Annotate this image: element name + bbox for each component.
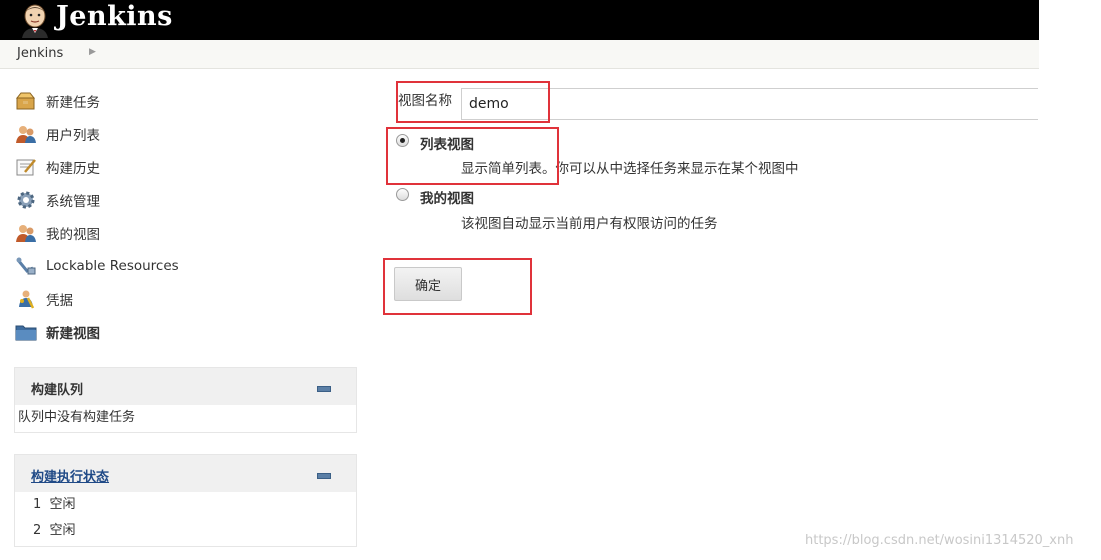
sidebar-item-build-history[interactable]: 构建历史 (14, 150, 354, 183)
view-name-input[interactable] (461, 88, 1038, 120)
executor-status-header: 构建执行状态 (15, 455, 356, 492)
executor-number: 1 (33, 497, 42, 512)
option-list-view-desc: 显示简单列表。你可以从中选择任务来显示在某个视图中 (461, 161, 799, 177)
lockable-resources-icon (14, 254, 38, 278)
executor-row: 1 空闲 (15, 492, 356, 518)
sidebar-item-credentials[interactable]: 凭据 (14, 282, 354, 315)
executor-status-title[interactable]: 构建执行状态 (31, 466, 109, 485)
sidebar-item-users[interactable]: 用户列表 (14, 117, 354, 150)
sidebar-item-label: 用户列表 (46, 127, 100, 144)
ok-button[interactable]: 确定 (394, 267, 462, 301)
new-item-icon (14, 89, 38, 113)
view-name-label: 视图名称 (398, 93, 452, 109)
executor-status-pane: 构建执行状态 1 空闲 2 空闲 (14, 454, 357, 547)
sidebar-item-my-views[interactable]: 我的视图 (14, 216, 354, 249)
collapse-icon[interactable] (317, 386, 331, 392)
executor-number: 2 (33, 523, 42, 538)
sidebar-item-label: Lockable Resources (46, 257, 179, 274)
sidebar-item-label: 新建任务 (46, 94, 100, 111)
users-icon (14, 122, 38, 146)
option-list-view-label[interactable]: 列表视图 (420, 133, 474, 153)
sidebar-item-label: 构建历史 (46, 160, 100, 177)
sidebar-item-lockable-resources[interactable]: Lockable Resources (14, 249, 354, 282)
credentials-icon (14, 287, 38, 311)
sidebar-item-new-item[interactable]: 新建任务 (14, 84, 354, 117)
jenkins-butler-icon[interactable] (18, 2, 52, 38)
build-queue-title: 构建队列 (31, 383, 84, 398)
sidebar-item-label: 我的视图 (46, 226, 100, 243)
header: Jenkins (0, 0, 1039, 40)
gear-icon (14, 188, 38, 212)
option-my-view-label[interactable]: 我的视图 (420, 187, 474, 207)
jenkins-brand[interactable]: Jenkins (56, 1, 173, 32)
executor-status: 空闲 (49, 523, 76, 538)
folder-icon (14, 320, 38, 344)
sidebar-item-manage[interactable]: 系统管理 (14, 183, 354, 216)
sidebar-item-label: 新建视图 (46, 325, 100, 342)
sidebar-tasks: 新建任务 用户列表 构建历史 系统管理 我的视图 Lockable Resour… (14, 84, 354, 348)
watermark: https://blog.csdn.net/wosini1314520_xnh (805, 533, 1074, 548)
build-queue-empty: 队列中没有构建任务 (18, 410, 136, 425)
collapse-icon[interactable] (317, 473, 331, 479)
sidebar-item-label: 凭据 (46, 292, 73, 309)
my-views-icon (14, 221, 38, 245)
sidebar-item-label: 系统管理 (46, 193, 100, 210)
build-queue-pane: 构建队列 队列中没有构建任务 (14, 367, 357, 433)
radio-my-view[interactable] (396, 188, 409, 201)
chevron-right-icon[interactable]: ▶ (89, 47, 96, 57)
executor-status: 空闲 (49, 497, 76, 512)
option-my-view-desc: 该视图自动显示当前用户有权限访问的任务 (461, 216, 718, 232)
breadcrumb-jenkins[interactable]: Jenkins (17, 46, 63, 61)
build-history-icon (14, 155, 38, 179)
radio-list-view[interactable] (396, 134, 409, 147)
breadcrumb: Jenkins ▶ (0, 40, 1039, 69)
build-queue-header: 构建队列 (15, 368, 356, 405)
executor-row: 2 空闲 (15, 518, 356, 544)
sidebar-item-new-view[interactable]: 新建视图 (14, 315, 354, 348)
